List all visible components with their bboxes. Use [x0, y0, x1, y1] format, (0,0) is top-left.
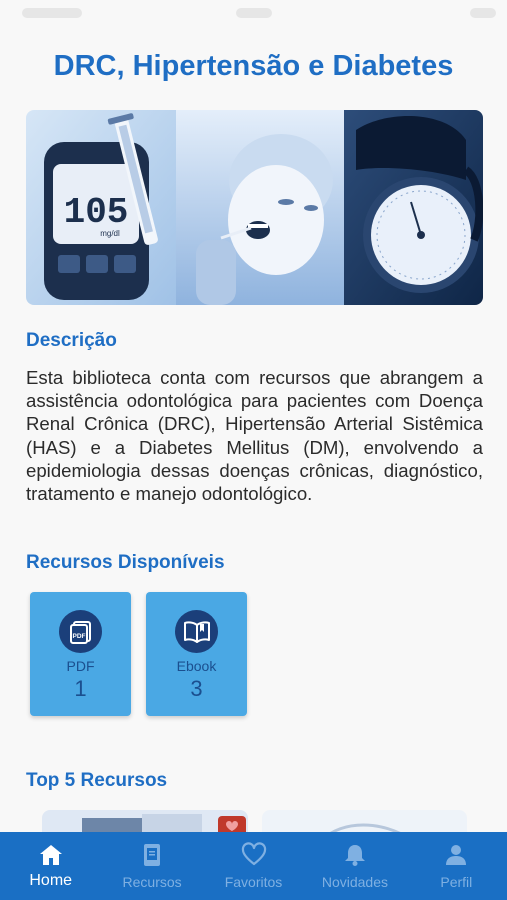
page-title: DRC, Hipertensão e Diabetes	[53, 50, 454, 82]
resource-count: 1	[74, 676, 87, 701]
svg-text:PDF: PDF	[72, 633, 85, 640]
heart-icon	[241, 842, 266, 866]
pdf-icon: PDF	[59, 610, 102, 653]
tab-label: Novidades	[321, 874, 388, 890]
top5-heading: Top 5 Recursos	[26, 770, 168, 791]
tab-perfil[interactable]: Perfil	[406, 832, 507, 900]
bell-icon	[344, 845, 365, 866]
description-heading: Descrição	[26, 330, 117, 351]
tab-label: Favoritos	[224, 874, 283, 890]
tab-recursos[interactable]: Recursos	[101, 832, 202, 900]
tab-label: Home	[29, 872, 73, 889]
resource-count: 3	[190, 676, 203, 701]
tab-label: Recursos	[122, 874, 182, 890]
resource-card-pdf[interactable]: PDF PDF 1	[30, 592, 131, 716]
hero-image: 105 mg/dl	[26, 110, 483, 305]
tab-label: Perfil	[440, 874, 473, 890]
resources-heading: Recursos Disponíveis	[26, 552, 225, 573]
home-icon	[39, 845, 62, 865]
open-book-icon	[175, 610, 218, 653]
resource-label: Ebook	[176, 658, 217, 674]
tab-home[interactable]: Home	[0, 832, 101, 900]
person-icon	[446, 845, 467, 865]
tab-favoritos[interactable]: Favoritos	[203, 832, 304, 900]
meter-unit: mg/dl	[100, 229, 120, 238]
battery-icon	[470, 8, 496, 18]
blood-pressure-gauge	[356, 116, 483, 293]
bottom-tab-bar: Home Recursos Favoritos Novidades Perfil	[0, 832, 507, 900]
resource-label: PDF	[66, 658, 95, 674]
resource-card-ebook[interactable]: Ebook 3	[146, 592, 247, 716]
meter-reading: 105	[64, 192, 129, 233]
status-center	[236, 8, 272, 18]
tablet-icon	[144, 844, 161, 866]
description-text: Esta biblioteca conta com recursos que a…	[26, 367, 483, 505]
tab-novidades[interactable]: Novidades	[304, 832, 405, 900]
status-time	[22, 8, 82, 18]
status-bar	[0, 0, 507, 28]
